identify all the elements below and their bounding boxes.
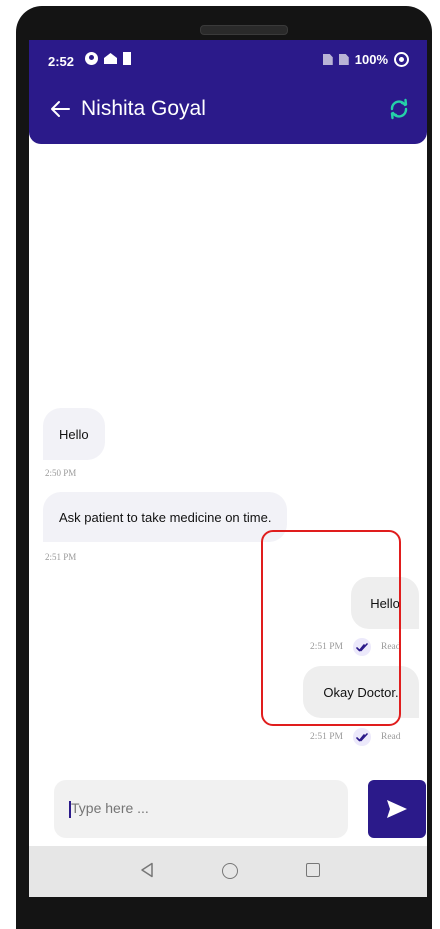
battery-percent: 100%: [354, 52, 388, 67]
message-timestamp: 2:51 PM: [310, 732, 343, 742]
contact-name: Nishita Goyal: [81, 97, 206, 120]
home-notification-icon: [104, 53, 117, 64]
square-recents-icon[interactable]: [306, 863, 320, 877]
title-bar: Nishita Goyal: [29, 84, 427, 140]
message-text: Hello: [59, 426, 89, 442]
sd-card-icon: [123, 52, 131, 65]
status-time: 2:52: [48, 54, 75, 69]
triangle-back-icon[interactable]: [140, 862, 154, 878]
message-meta: 2:51 PM Read: [310, 728, 401, 746]
chat-header: 2:52 100% Nishita Goyal: [29, 40, 427, 144]
message-text: Ask patient to take medicine on time.: [59, 509, 272, 525]
refresh-icon: [390, 98, 408, 120]
system-nav-bar: [29, 846, 427, 897]
message-bubble-incoming[interactable]: Hello: [43, 408, 105, 460]
data-saver-icon: [394, 52, 409, 67]
arrow-left-icon: [51, 101, 70, 117]
send-button[interactable]: [368, 780, 426, 838]
message-bubble-incoming[interactable]: Ask patient to take medicine on time.: [43, 492, 288, 542]
status-bar: 2:52 100%: [29, 40, 427, 80]
back-button[interactable]: [47, 96, 73, 122]
message-input[interactable]: [71, 800, 331, 816]
double-check-icon: [353, 728, 371, 746]
no-signal-icon: [338, 54, 349, 65]
send-icon: [387, 800, 407, 818]
speaker-grille: [200, 25, 288, 35]
read-status: Read: [381, 732, 401, 742]
circle-home-icon[interactable]: [222, 863, 238, 879]
message-input-container[interactable]: [54, 780, 348, 838]
message-timestamp: 2:50 PM: [45, 468, 77, 478]
vpn-icon: [85, 52, 98, 65]
refresh-button[interactable]: [387, 97, 411, 121]
highlight-outline: [261, 530, 401, 726]
no-sim-icon: [322, 54, 333, 65]
message-timestamp: 2:51 PM: [45, 552, 77, 562]
app-screen: 2:52 100% Nishita Goyal Hello 2:50 PM As…: [29, 40, 427, 897]
